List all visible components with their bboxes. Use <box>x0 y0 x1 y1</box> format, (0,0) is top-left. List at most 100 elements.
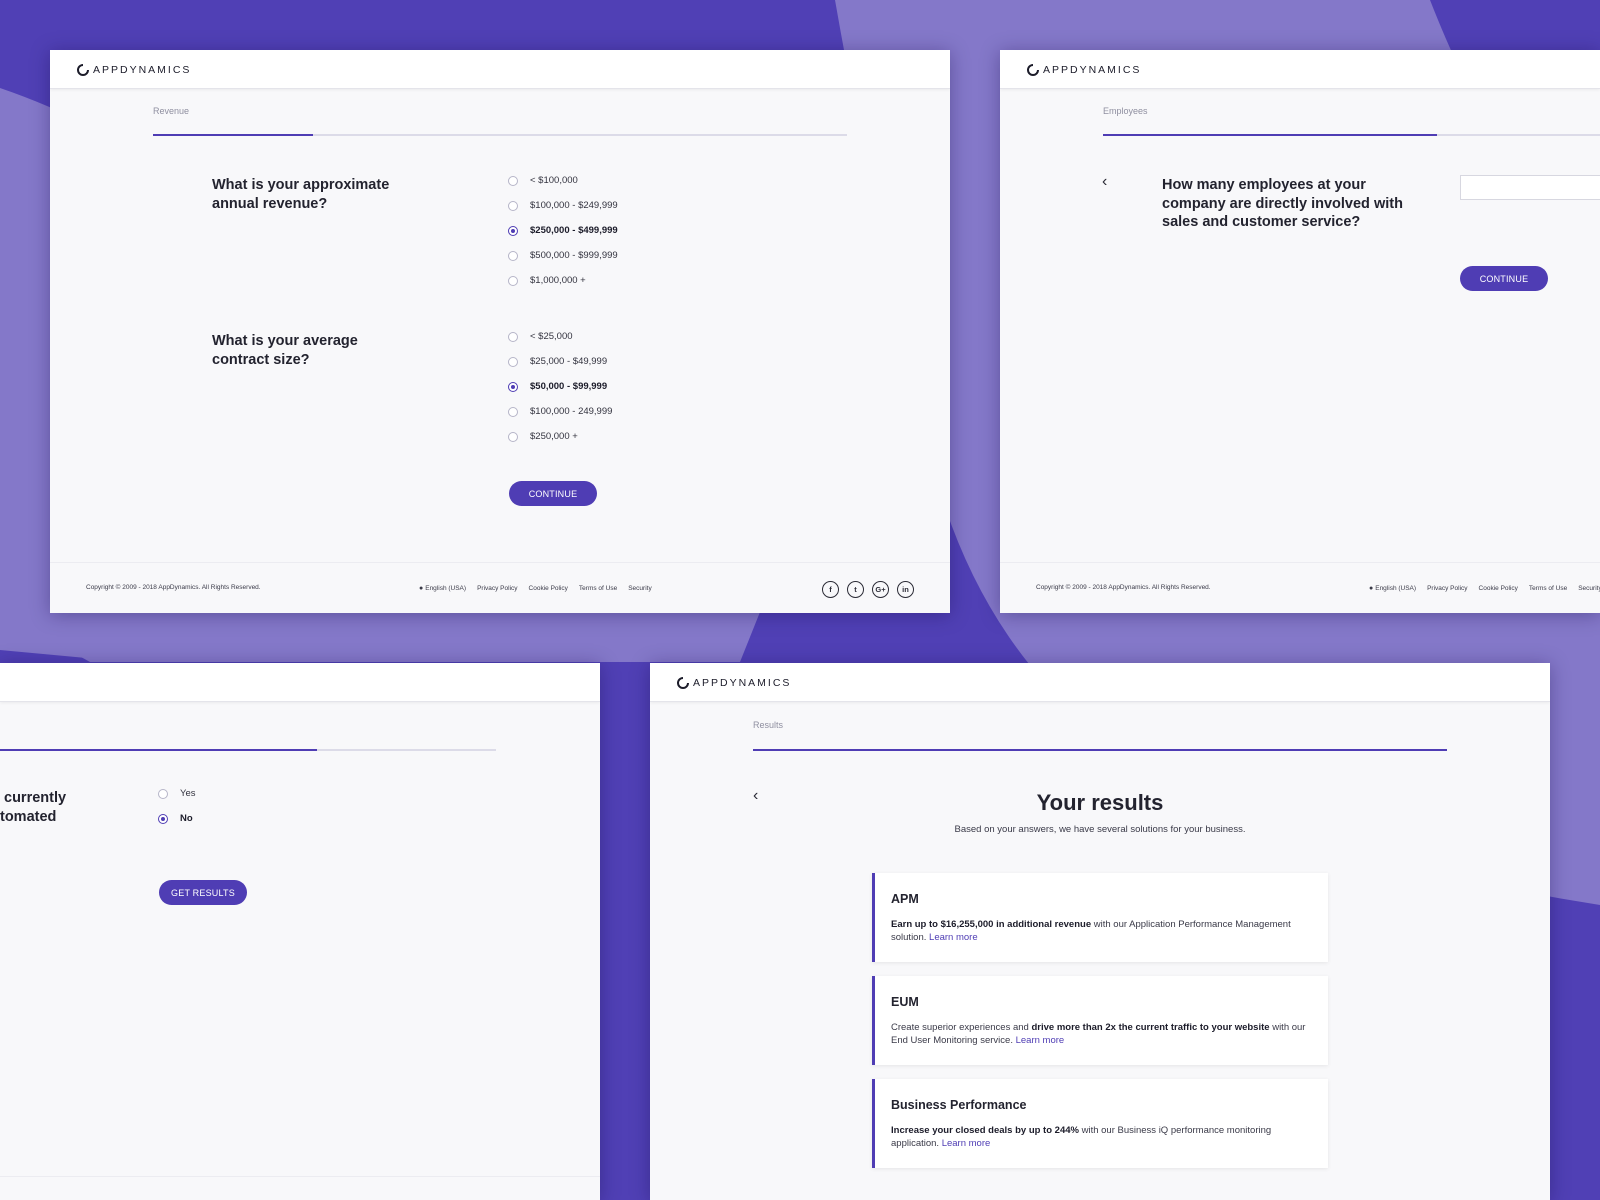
copyright-text: Copyright © 2009 - 2018 AppDynamics. All… <box>86 584 261 591</box>
privacy-policy-link[interactable]: Privacy Policy <box>1427 585 1467 592</box>
security-link[interactable]: Security <box>1578 585 1600 592</box>
question-line-1: currently <box>4 790 67 806</box>
google-plus-icon[interactable]: G+ <box>872 581 889 598</box>
radio-option[interactable]: $250,000 - $499,999 <box>508 218 618 243</box>
radio-button[interactable] <box>508 200 518 211</box>
radio-button[interactable] <box>508 356 518 367</box>
radio-label: No <box>180 813 193 824</box>
radio-button[interactable] <box>158 788 168 799</box>
top-bar <box>0 663 600 702</box>
back-arrow-icon[interactable]: ‹ <box>1102 174 1107 190</box>
card-highlight: Earn up to $16,255,000 in additional rev… <box>891 919 1092 930</box>
facebook-icon[interactable]: f <box>822 581 839 598</box>
logo-mark-icon <box>1027 64 1039 76</box>
terms-of-use-link[interactable]: Terms of Use <box>1529 585 1567 592</box>
result-card-eum: EUM Create superior experiences and driv… <box>872 976 1328 1065</box>
language-selector[interactable]: ● English (USA) <box>1369 585 1416 592</box>
contract-size-options: < $25,000 $25,000 - $49,999 $50,000 - $99,… <box>508 324 612 449</box>
social-links: f t G+ in <box>822 581 914 598</box>
radio-option[interactable]: $250,000 + <box>508 424 612 449</box>
radio-label: < $100,000 <box>530 175 578 186</box>
card-highlight: drive more than 2x the current traffic t… <box>1031 1022 1270 1033</box>
globe-icon: ● <box>419 585 424 592</box>
learn-more-link[interactable]: Learn more <box>1016 1035 1065 1046</box>
security-link[interactable]: Security <box>628 585 651 592</box>
top-bar: APPDYNAMICS <box>650 663 1550 702</box>
radio-button[interactable] <box>508 225 518 236</box>
result-card-apm: APM Earn up to $16,255,000 in additional… <box>872 873 1328 962</box>
radio-button[interactable] <box>158 813 168 824</box>
annual-revenue-options: < $100,000 $100,000 - $249,999 $250,000 - … <box>508 168 618 293</box>
radio-label: $250,000 + <box>530 431 578 442</box>
footer: Copyright © 2009 - 2018 AppDynamics. All… <box>50 562 950 612</box>
linkedin-icon[interactable]: in <box>897 581 914 598</box>
radio-option[interactable]: $1,000,000 + <box>508 268 618 293</box>
cookie-policy-link[interactable]: Cookie Policy <box>1479 585 1518 592</box>
learn-more-link[interactable]: Learn more <box>942 1138 991 1149</box>
radio-option[interactable]: $25,000 - $49,999 <box>508 349 612 374</box>
step-label: Employees <box>1103 106 1148 116</box>
radio-option[interactable]: $100,000 - $249,999 <box>508 193 618 218</box>
radio-label: $500,000 - $999,999 <box>530 250 618 261</box>
top-bar: APPDYNAMICS <box>50 50 950 89</box>
radio-label: Yes <box>180 788 196 799</box>
cookie-policy-link[interactable]: Cookie Policy <box>529 585 568 592</box>
automation-options: Yes No <box>158 781 196 831</box>
continue-button[interactable]: CONTINUE <box>509 481 597 506</box>
footer-links: ● English (USA) Privacy Policy Cookie Pol… <box>419 585 652 592</box>
progress-fill <box>753 749 1447 751</box>
results-subtitle: Based on your answers, we have several s… <box>954 824 1246 835</box>
terms-of-use-link[interactable]: Terms of Use <box>579 585 617 592</box>
radio-label: < $25,000 <box>530 331 573 342</box>
step-label: Revenue <box>153 106 190 116</box>
results-screen: APPDYNAMICS Results ‹ Your results Based… <box>650 663 1550 1200</box>
radio-option[interactable]: < $100,000 <box>508 168 618 193</box>
radio-button[interactable] <box>508 331 518 342</box>
radio-button[interactable] <box>508 406 518 417</box>
radio-option[interactable]: No <box>158 806 196 831</box>
radio-button[interactable] <box>508 175 518 186</box>
radio-option[interactable]: $100,000 - 249,999 <box>508 399 612 424</box>
revenue-screen: APPDYNAMICS Revenue What is your approxi… <box>50 50 950 613</box>
employees-input[interactable] <box>1460 175 1600 200</box>
progress-track <box>1103 134 1600 136</box>
radio-button[interactable] <box>508 431 518 442</box>
results-title: Your results <box>1036 790 1164 815</box>
globe-icon: ● <box>1369 585 1374 592</box>
appdynamics-logo[interactable]: APPDYNAMICS <box>77 64 191 76</box>
logo-mark-icon <box>677 677 689 689</box>
logo-text: APPDYNAMICS <box>693 677 792 689</box>
radio-label: $1,000,000 + <box>530 275 586 286</box>
step-label: Results <box>753 720 784 730</box>
question-contract-size: What is your average contract size? <box>212 333 358 368</box>
get-results-button[interactable]: GET RESULTS <box>159 880 247 905</box>
radio-option[interactable]: $50,000 - $99,999 <box>508 374 612 399</box>
copyright-text: Copyright © 2009 - 2018 AppDynamics. All… <box>1036 584 1211 591</box>
twitter-icon[interactable]: t <box>847 581 864 598</box>
radio-option[interactable]: Yes <box>158 781 196 806</box>
learn-more-link[interactable]: Learn more <box>929 932 978 943</box>
continue-button[interactable]: CONTINUE <box>1460 266 1548 291</box>
automation-screen: currently tomated Yes No GET RESULTS <box>0 663 600 1200</box>
radio-label: $250,000 - $499,999 <box>530 225 618 236</box>
progress-track <box>153 134 847 136</box>
appdynamics-logo[interactable]: APPDYNAMICS <box>677 677 791 689</box>
logo-text: APPDYNAMICS <box>1043 64 1142 76</box>
radio-button[interactable] <box>508 250 518 261</box>
radio-option[interactable]: $500,000 - $999,999 <box>508 243 618 268</box>
appdynamics-logo[interactable]: APPDYNAMICS <box>1027 64 1141 76</box>
privacy-policy-link[interactable]: Privacy Policy <box>477 585 517 592</box>
radio-option[interactable]: < $25,000 <box>508 324 612 349</box>
card-text: Earn up to $16,255,000 in additional rev… <box>891 919 1310 944</box>
question-annual-revenue: What is your approximate annual revenue? <box>212 177 390 212</box>
footer: Copyright © 2009 - 2018 AppDynamics. All… <box>1000 562 1600 612</box>
radio-button[interactable] <box>508 381 518 392</box>
progress-track <box>0 749 496 751</box>
card-intro: Create superior experiences and <box>891 1022 1032 1033</box>
result-card-business-performance: Business Performance Increase your close… <box>872 1079 1328 1168</box>
radio-button[interactable] <box>508 275 518 286</box>
question-line-2: tomated <box>0 808 57 825</box>
employees-screen: APPDYNAMICS Employees ‹ How many employe… <box>1000 50 1600 613</box>
logo-mark-icon <box>77 64 89 76</box>
language-selector[interactable]: ● English (USA) <box>419 585 466 592</box>
